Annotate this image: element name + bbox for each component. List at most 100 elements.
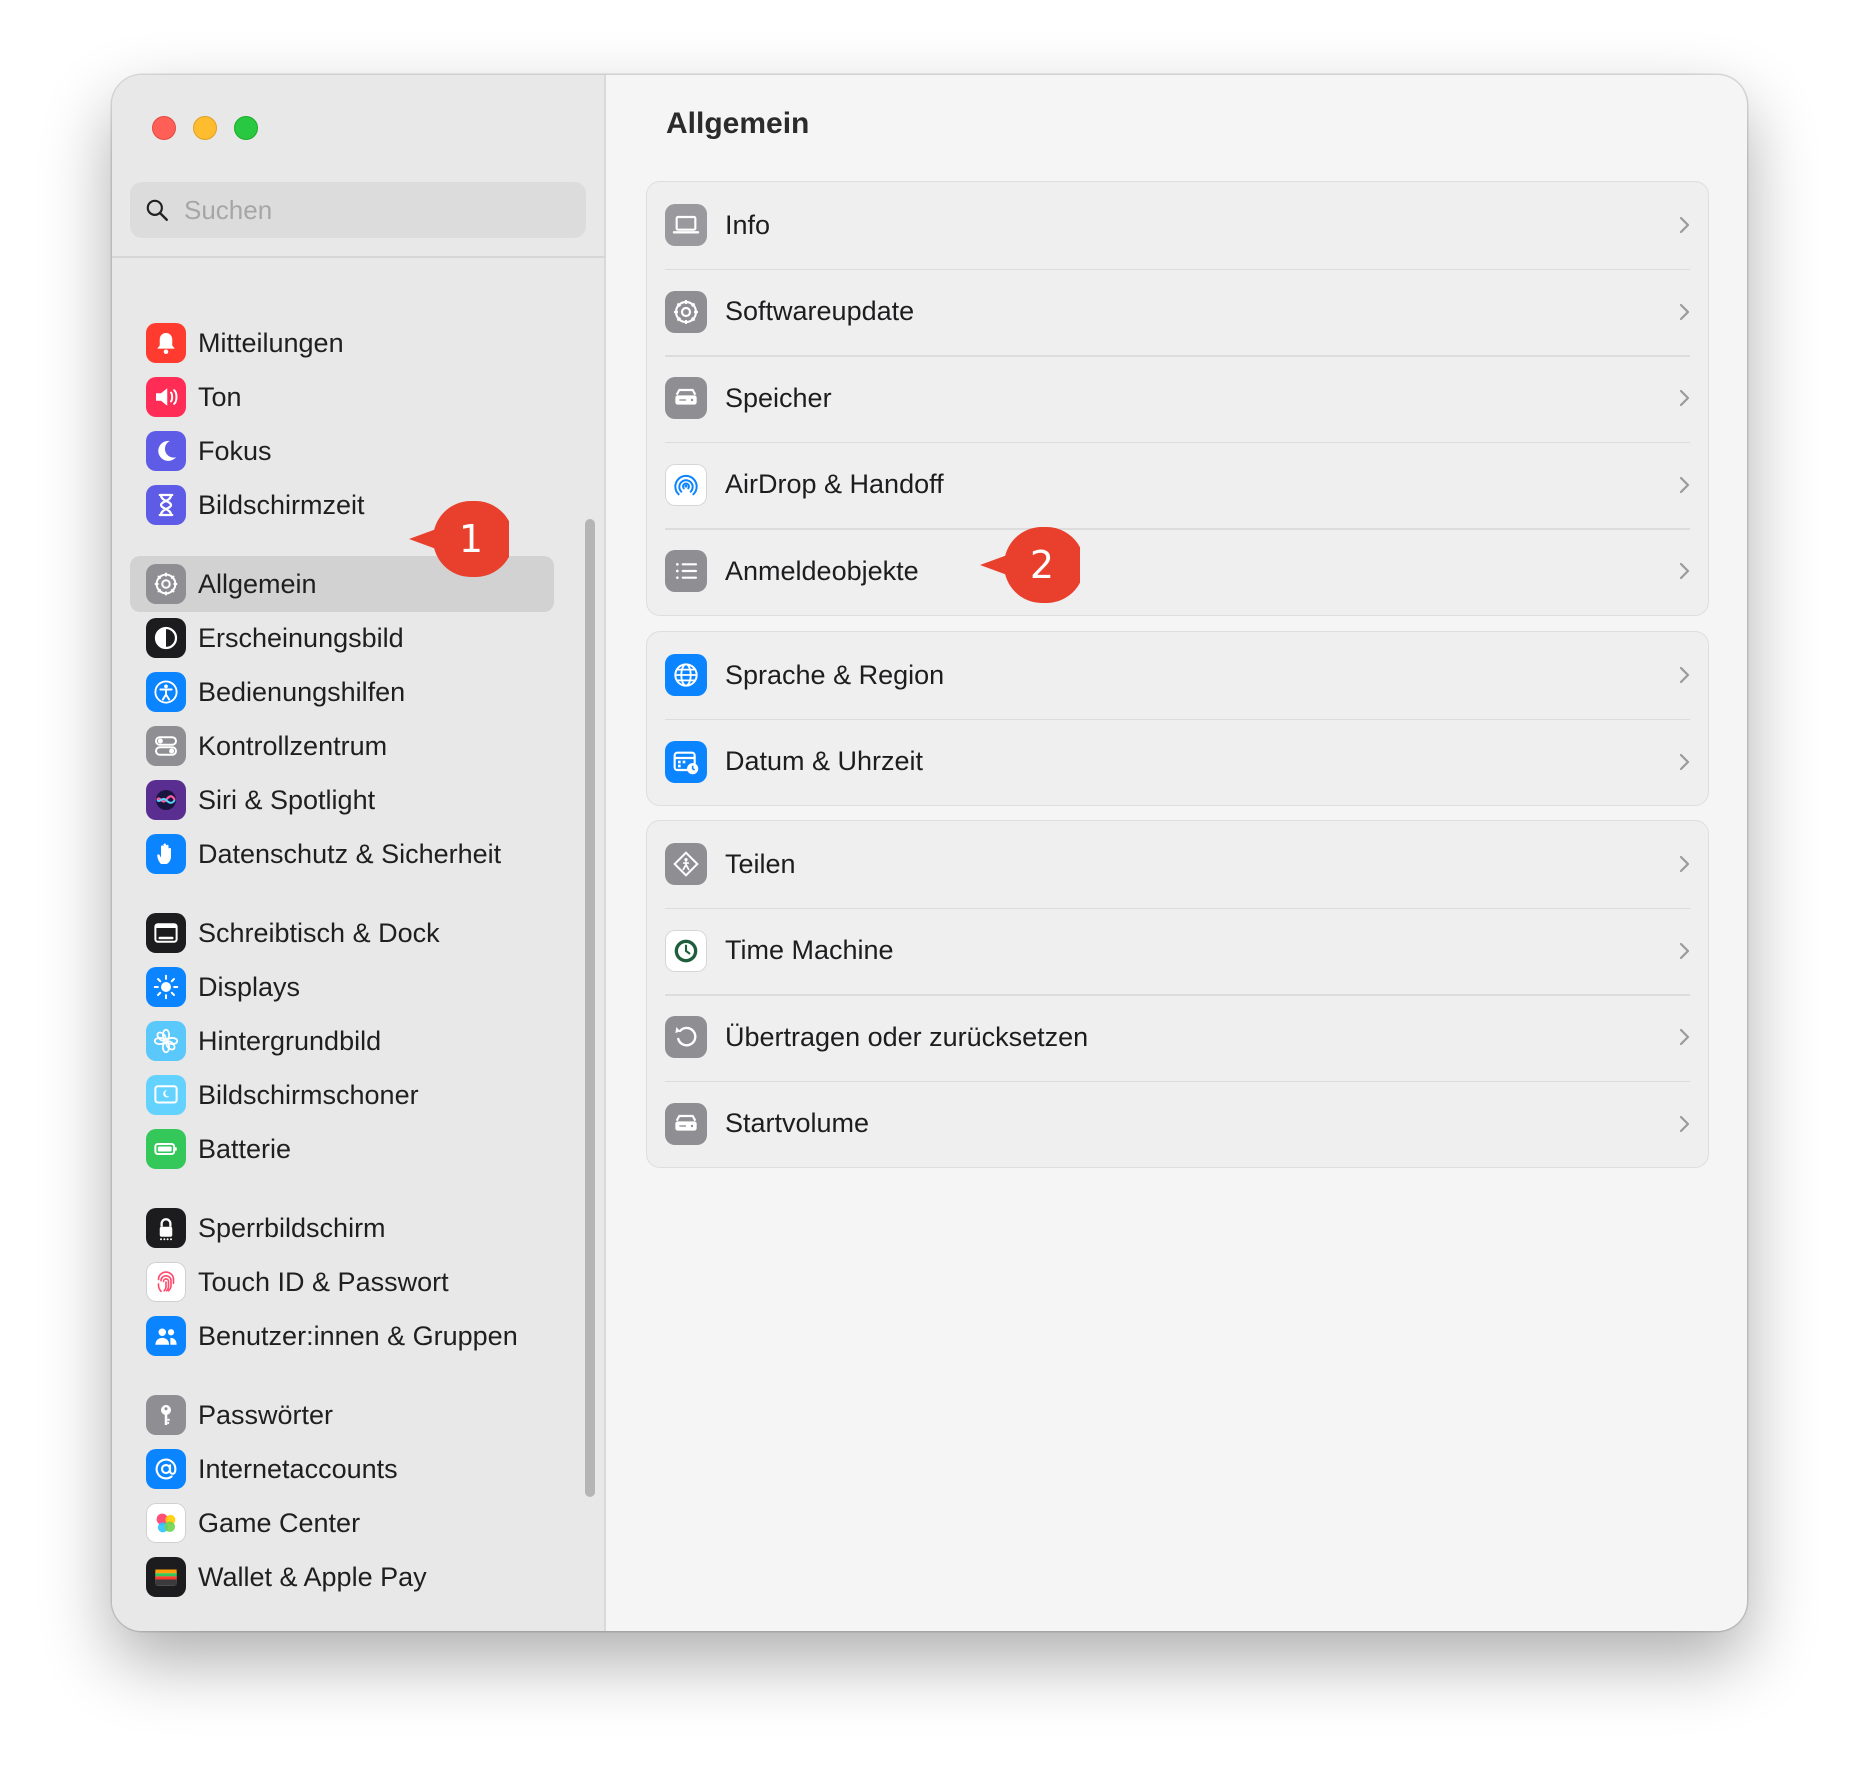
sidebar-item-label: Wallet & Apple Pay [198, 1561, 427, 1592]
sidebar-item-sperrbildschirm[interactable]: Sperrbildschirm [130, 1200, 554, 1256]
settings-row-anmeldeobjekte[interactable]: Anmeldeobjekte [647, 528, 1708, 615]
maximize-window-button[interactable] [234, 116, 258, 140]
screensaver-icon [154, 1085, 178, 1104]
sidebar-item-mitteilungen[interactable]: Mitteilungen [130, 315, 554, 371]
callout-badge: 2 [980, 527, 1080, 603]
settings-row-sprache-region[interactable]: Sprache & Region [647, 632, 1708, 719]
search-input[interactable]: Suchen [130, 182, 586, 238]
hand-icon-tile [146, 834, 186, 874]
page-title: Allgemein [666, 107, 810, 140]
sidebar-item-ton[interactable]: Ton [130, 369, 554, 425]
chevron-right-icon [1679, 1115, 1690, 1132]
key-icon-tile [146, 1395, 186, 1435]
chevron-right-icon [1679, 667, 1690, 684]
sidebar-item-label: Benutzer:innen & Gruppen [198, 1320, 518, 1351]
sidebar-item-label: Siri & Spotlight [198, 784, 376, 815]
settings-row-datum-uhrzeit[interactable]: Datum & Uhrzeit [647, 718, 1708, 806]
sidebar-item-batterie[interactable]: Batterie [130, 1121, 554, 1177]
gear-icon [154, 572, 178, 596]
lock-icon-tile [146, 1208, 186, 1248]
sidebar-item-passwörter[interactable]: Passwörter [130, 1387, 554, 1443]
sidebar-item-datenschutz-sicherheit[interactable]: Datenschutz & Sicherheit [130, 826, 554, 882]
sidebar-item-schreibtisch-dock[interactable]: Schreibtisch & Dock [130, 905, 554, 961]
battery-icon-tile [146, 1129, 186, 1169]
settings-row-startvolume[interactable]: Startvolume [647, 1080, 1708, 1168]
battery-icon [154, 1143, 177, 1155]
sidebar-item-label: Bedienungshilfen [198, 676, 406, 707]
appearance-icon-tile [146, 618, 186, 658]
users-icon-tile [146, 1316, 186, 1356]
users-icon [155, 1328, 177, 1345]
flower-icon [153, 1028, 179, 1054]
drive-icon-tile [665, 377, 707, 420]
close-window-button[interactable] [152, 116, 176, 140]
callout-number: 2 [1029, 543, 1055, 587]
airdrop-icon-tile [665, 463, 707, 506]
at-icon-tile [146, 1449, 186, 1489]
sidebar-item-bildschirmschoner[interactable]: Bildschirmschoner [130, 1067, 554, 1123]
screensaver-icon-tile [146, 1075, 186, 1115]
settings-row-übertragen-oder-zurücksetzen[interactable]: Übertragen oder zurücksetzen [647, 994, 1708, 1081]
search-divider [112, 256, 606, 258]
sharing-icon-tile [665, 843, 707, 886]
siri-icon [156, 790, 176, 810]
sidebar-item-label: Kontrollzentrum [198, 730, 388, 761]
lock-icon [159, 1218, 173, 1241]
chevron-right-icon [1679, 942, 1690, 959]
fingerprint-icon [157, 1271, 175, 1293]
minimize-window-button[interactable] [193, 116, 217, 140]
settings-row-label: Startvolume [725, 1108, 870, 1139]
sidebar-item-internetaccounts[interactable]: Internetaccounts [130, 1441, 554, 1497]
sidebar-item-label: Bildschirmzeit [198, 489, 365, 520]
accessibility-icon-tile [146, 672, 186, 712]
bell-icon [157, 333, 175, 354]
calendar-clock-icon-tile [665, 740, 707, 783]
sidebar-item-bedienungshilfen[interactable]: Bedienungshilfen [130, 664, 554, 720]
sidebar-item-siri-spotlight[interactable]: Siri & Spotlight [130, 772, 554, 828]
sidebar-scrollbar[interactable] [585, 519, 595, 1497]
hourglass-icon-tile [146, 485, 186, 525]
sidebar-item-label: Schreibtisch & Dock [198, 917, 440, 948]
sidebar-item-wallet-apple-pay[interactable]: Wallet & Apple Pay [130, 1549, 554, 1605]
settings-row-airdrop-handoff[interactable]: AirDrop & Handoff [647, 441, 1708, 529]
sidebar-item-game-center[interactable]: Game Center [130, 1495, 554, 1551]
sidebar-item-label: Hintergrundbild [198, 1025, 382, 1056]
laptop-icon [672, 216, 700, 234]
key-icon [161, 1405, 171, 1425]
settings-row-teilen[interactable]: Teilen [647, 821, 1708, 908]
toggles-icon-tile [146, 726, 186, 766]
sidebar-item-fokus[interactable]: Fokus [130, 423, 554, 479]
reset-icon-tile [665, 1016, 707, 1059]
settings-row-speicher[interactable]: Speicher [647, 355, 1708, 442]
search-placeholder: Suchen [184, 194, 273, 225]
settings-group: Sprache & Region Datum & Uhrzeit [646, 631, 1709, 806]
hand-icon [157, 843, 171, 864]
dock-icon [154, 923, 178, 943]
sidebar-item-benutzer-innen-gruppen[interactable]: Benutzer:innen & Gruppen [130, 1308, 554, 1364]
speaker-icon-tile [146, 377, 186, 417]
settings-row-label: Übertragen oder zurücksetzen [725, 1021, 1089, 1052]
sidebar-item-label: Game Center [198, 1507, 361, 1538]
settings-row-info[interactable]: Info [647, 182, 1708, 269]
hourglass-icon [158, 493, 174, 517]
globe-icon [674, 663, 698, 687]
sidebar-item-label: Batterie [198, 1133, 292, 1164]
sidebar-item-displays[interactable]: Displays [130, 959, 554, 1015]
drive-icon [675, 389, 697, 405]
sidebar-item-label: Erscheinungsbild [198, 622, 404, 653]
gear-icon-tile [146, 564, 186, 604]
settings-group: Info Softwareupdate Speicher AirDrop & Hand… [646, 181, 1709, 616]
settings-row-softwareupdate[interactable]: Softwareupdate [647, 268, 1708, 356]
dock-icon-tile [146, 913, 186, 953]
sidebar-item-touch-id-passwort[interactable]: Touch ID & Passwort [130, 1254, 554, 1310]
settings-row-time-machine[interactable]: Time Machine [647, 907, 1708, 995]
sidebar-item-hintergrundbild[interactable]: Hintergrundbild [130, 1013, 554, 1069]
wallet-icon [155, 1569, 177, 1586]
sidebar-item-erscheinungsbild[interactable]: Erscheinungsbild [130, 610, 554, 666]
bell-icon-tile [146, 323, 186, 363]
sidebar-item-label: Sperrbildschirm [198, 1212, 386, 1243]
sidebar: Suchen Mitteilungen Ton Fokus Bildschirmzei… [112, 75, 606, 1631]
list-icon-tile [665, 550, 707, 593]
gear-icon-tile [665, 290, 707, 333]
sidebar-item-kontrollzentrum[interactable]: Kontrollzentrum [130, 718, 554, 774]
